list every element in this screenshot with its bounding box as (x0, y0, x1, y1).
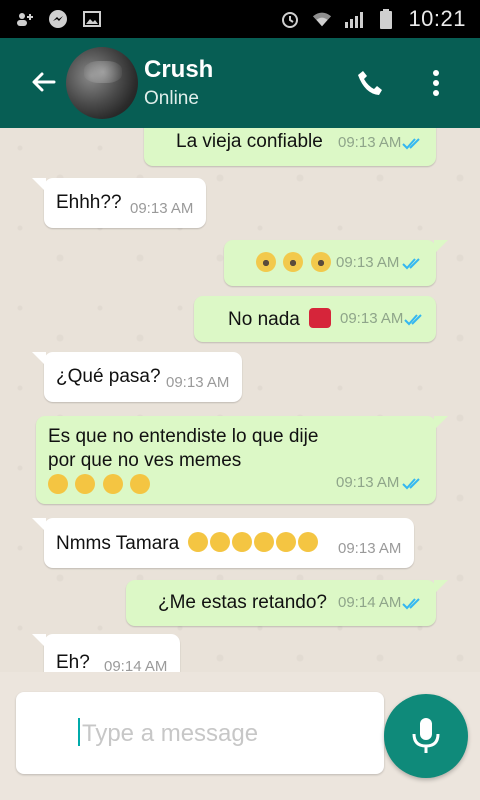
message-bubble-incoming[interactable]: ¿Qué pasa? 09:13 AM (32, 352, 242, 402)
pensive-emoji-icon (75, 474, 96, 494)
image-icon (82, 9, 102, 29)
alarm-icon (280, 9, 300, 29)
message-bubble-incoming[interactable]: Ehhh?? 09:13 AM (32, 178, 206, 228)
message-text-line: Es que no entendiste lo que dije (48, 426, 319, 447)
call-button[interactable] (352, 65, 388, 101)
message-time: 09:13 AM (338, 540, 402, 557)
message-emoji (256, 252, 333, 275)
message-time: 09:14 AM (104, 658, 168, 672)
message-bubble-outgoing[interactable]: La vieja confiable 09:13 AM (144, 128, 436, 166)
double-check-icon (402, 258, 420, 270)
unamused-emoji-icon (232, 532, 253, 552)
message-text: Eh? (56, 652, 90, 672)
voice-record-button[interactable] (384, 694, 468, 778)
microphone-icon (412, 718, 440, 753)
add-contact-icon (14, 9, 34, 29)
message-text: No nada (228, 309, 300, 330)
unamused-emoji-icon (210, 532, 231, 552)
message-time: 09:13 AM (166, 374, 230, 391)
message-time: 09:13 AM (340, 310, 404, 327)
signal-icon (344, 9, 364, 29)
message-text: Nmms Tamara (56, 533, 180, 554)
scream-emoji-icon (310, 252, 331, 272)
message-bubble-incoming[interactable]: Eh? 09:14 AM (32, 634, 180, 672)
double-check-icon (402, 598, 420, 610)
message-emoji (48, 474, 152, 497)
wifi-icon (312, 9, 332, 29)
message-text: ¿Qué pasa? (56, 366, 161, 387)
message-time: 09:13 AM (336, 254, 400, 271)
scream-emoji-icon (256, 252, 276, 272)
presence-status: Online (144, 88, 199, 109)
message-bubble-outgoing[interactable]: ¿Me estas retando? 09:14 AM (126, 580, 448, 626)
message-bubble-outgoing[interactable]: No nada 09:13 AM (194, 296, 436, 342)
back-button[interactable] (22, 62, 64, 104)
message-text: ¿Me estas retando? (158, 592, 327, 613)
message-bubble-outgoing[interactable]: 09:13 AM (224, 240, 448, 286)
broken-heart-emoji-icon (309, 308, 332, 328)
message-text-line: por que no ves memes (48, 450, 242, 471)
clock: 10:21 (408, 6, 466, 31)
message-time: 09:13 AM (338, 134, 402, 151)
arrow-left-icon (32, 72, 56, 92)
double-check-icon (402, 138, 420, 150)
message-text: Ehhh?? (56, 192, 122, 213)
more-vertical-icon (433, 70, 439, 96)
message-time: 09:14 AM (338, 594, 402, 611)
menu-button[interactable] (418, 65, 454, 101)
message-text: La vieja confiable (176, 131, 323, 152)
double-check-icon (402, 478, 420, 490)
contact-name: Crush (144, 56, 214, 83)
pensive-emoji-icon (102, 474, 123, 494)
phone-icon (358, 71, 382, 95)
scream-emoji-icon (283, 252, 304, 272)
unamused-emoji-icon (276, 532, 297, 552)
pensive-emoji-icon (48, 474, 68, 494)
double-check-icon (404, 314, 422, 326)
message-input[interactable]: Type a message (16, 692, 384, 774)
message-bubble-outgoing[interactable]: Es que no entendiste lo que dije por que… (36, 416, 448, 504)
unamused-emoji-icon (188, 532, 209, 552)
message-list[interactable]: La vieja confiable 09:13 AM Ehhh?? 09:13… (0, 128, 480, 672)
battery-icon (376, 9, 396, 29)
message-input-placeholder: Type a message (82, 720, 259, 747)
avatar[interactable] (66, 47, 138, 119)
message-time: 09:13 AM (130, 200, 194, 217)
messenger-icon (48, 9, 68, 29)
unamused-emoji-icon (254, 532, 275, 552)
message-time: 09:13 AM (336, 474, 400, 491)
unamused-emoji-icon (298, 532, 319, 552)
message-bubble-incoming[interactable]: Nmms Tamara 09:13 AM (32, 518, 414, 568)
text-cursor (78, 718, 80, 746)
chat-header: Crush Online (0, 38, 480, 128)
contact-info[interactable]: Crush Online (144, 56, 213, 110)
status-bar: 10:21 (0, 0, 480, 38)
pensive-emoji-icon (129, 474, 150, 494)
